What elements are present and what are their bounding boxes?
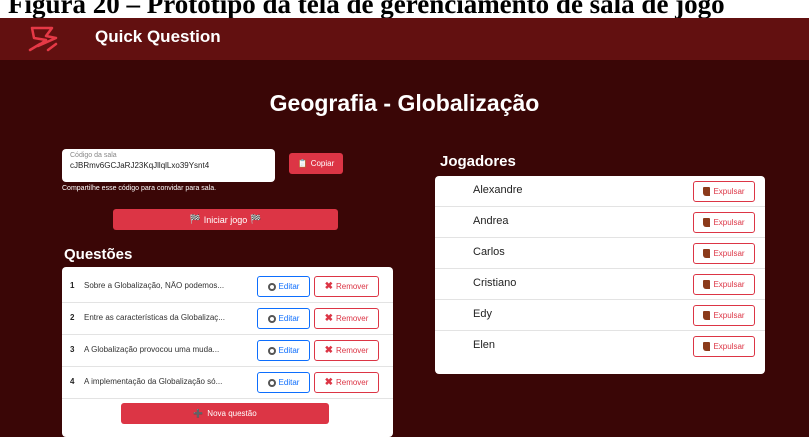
room-code-field[interactable]: Código da sala cJBRmv6GCJaRJ23KqJllqlLxo… — [62, 149, 275, 182]
boot-icon — [703, 311, 711, 320]
question-text: A implementação da Globalização só... — [84, 377, 223, 386]
player-row: Andrea Expulsar — [435, 207, 765, 238]
start-game-label: Iniciar jogo — [203, 214, 248, 225]
gear-icon — [267, 378, 276, 387]
players-heading: Jogadores — [440, 153, 516, 170]
player-row: Cristiano Expulsar — [435, 269, 765, 300]
gear-icon — [267, 346, 276, 355]
kick-button[interactable]: Expulsar — [693, 181, 755, 202]
player-name: Andrea — [473, 215, 509, 227]
new-question-label: Nova questão — [207, 409, 257, 418]
player-name: Elen — [473, 339, 496, 351]
player-name: Carlos — [473, 246, 505, 258]
room-code-label: Código da sala — [70, 152, 117, 159]
close-icon: ✖ — [324, 345, 333, 356]
new-question-button[interactable]: ➕ Nova questão — [121, 403, 329, 424]
question-row: 2 Entre as características da Globalizaç… — [62, 303, 393, 335]
kick-button[interactable]: Expulsar — [693, 274, 755, 295]
question-number: 1 — [70, 281, 75, 290]
edit-label: Editar — [278, 314, 300, 323]
boot-icon — [703, 342, 711, 351]
player-row: Edy Expulsar — [435, 300, 765, 331]
kick-label: Expulsar — [713, 311, 745, 320]
room-title: Geografia - Globalização — [269, 90, 540, 116]
player-row: Alexandre Expulsar — [435, 176, 765, 207]
figure-caption: Figura 20 – Protótipo da tela de gerenci… — [8, 0, 725, 18]
logo-icon[interactable] — [26, 24, 62, 54]
question-row: 3 A Globalização provocou uma muda... Ed… — [62, 335, 393, 367]
edit-label: Editar — [278, 378, 300, 387]
gear-icon — [267, 314, 276, 323]
player-name: Alexandre — [473, 184, 523, 196]
remove-label: Remover — [335, 346, 369, 355]
kick-label: Expulsar — [713, 249, 745, 258]
app-window: Quick Question Geografia - Globalização … — [0, 18, 809, 437]
questions-heading: Questões — [64, 246, 133, 263]
remove-button[interactable]: ✖ Remover — [314, 276, 379, 297]
clipboard-icon: 📋 — [297, 159, 308, 168]
edit-button[interactable]: Editar — [257, 308, 310, 329]
kick-button[interactable]: Expulsar — [693, 243, 755, 264]
player-name: Cristiano — [473, 277, 517, 289]
kick-label: Expulsar — [713, 342, 745, 351]
remove-button[interactable]: ✖ Remover — [314, 340, 379, 361]
plus-icon: ➕ — [193, 409, 204, 418]
boot-icon — [703, 218, 711, 227]
question-row: 4 A implementação da Globalização só... … — [62, 367, 393, 399]
kick-label: Expulsar — [713, 218, 745, 227]
close-icon: ✖ — [324, 313, 333, 324]
remove-label: Remover — [335, 378, 369, 387]
kick-label: Expulsar — [713, 187, 745, 196]
edit-button[interactable]: Editar — [257, 340, 310, 361]
boot-icon — [703, 187, 711, 196]
remove-label: Remover — [335, 314, 369, 323]
remove-label: Remover — [335, 282, 369, 291]
player-name: Edy — [473, 308, 492, 320]
copy-label: Copiar — [310, 159, 335, 168]
room-code-value: cJBRmv6GCJaRJ23KqJllqlLxo39Ysnt4 — [70, 161, 210, 170]
kick-label: Expulsar — [713, 280, 745, 289]
boot-icon — [703, 280, 711, 289]
close-icon: ✖ — [324, 281, 333, 292]
kick-button[interactable]: Expulsar — [693, 212, 755, 233]
share-hint: Compartilhe esse código para convidar pa… — [62, 185, 217, 192]
kick-button[interactable]: Expulsar — [693, 305, 755, 326]
edit-button[interactable]: Editar — [257, 276, 310, 297]
question-text: Entre as características da Globalizaç..… — [84, 313, 225, 322]
question-number: 2 — [70, 313, 75, 322]
question-number: 4 — [70, 377, 75, 386]
boot-icon — [703, 249, 711, 258]
brand-title[interactable]: Quick Question — [95, 27, 221, 47]
flag-icon: 🏁 — [250, 214, 262, 224]
edit-label: Editar — [278, 282, 300, 291]
players-list: Alexandre Expulsar Andrea Expulsar Carlo… — [435, 176, 765, 374]
player-row: Carlos Expulsar — [435, 238, 765, 269]
flag-icon: 🏁 — [189, 214, 201, 224]
question-row: 1 Sobre a Globalização, NÃO podemos... E… — [62, 271, 393, 303]
question-text: A Globalização provocou uma muda... — [84, 345, 220, 354]
close-icon: ✖ — [324, 377, 333, 388]
edit-button[interactable]: Editar — [257, 372, 310, 393]
copy-button[interactable]: 📋 Copiar — [289, 153, 343, 174]
navbar: Quick Question — [0, 18, 809, 60]
question-text: Sobre a Globalização, NÃO podemos... — [84, 281, 225, 290]
remove-button[interactable]: ✖ Remover — [314, 372, 379, 393]
question-number: 3 — [70, 345, 75, 354]
questions-list: 1 Sobre a Globalização, NÃO podemos... E… — [62, 267, 393, 437]
remove-button[interactable]: ✖ Remover — [314, 308, 379, 329]
edit-label: Editar — [278, 346, 300, 355]
player-row: Elen Expulsar — [435, 331, 765, 362]
kick-button[interactable]: Expulsar — [693, 336, 755, 357]
gear-icon — [267, 282, 276, 291]
start-game-button[interactable]: 🏁 Iniciar jogo 🏁 — [113, 209, 338, 230]
